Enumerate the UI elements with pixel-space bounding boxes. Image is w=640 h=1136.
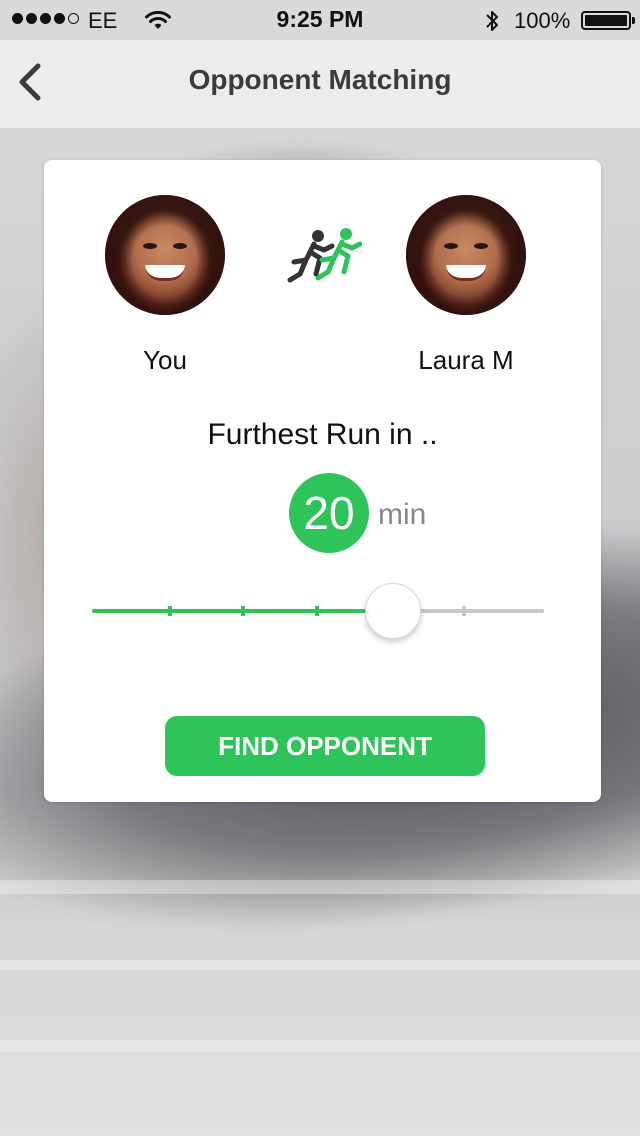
slider-tick (315, 606, 319, 616)
find-opponent-button[interactable]: FIND OPPONENT (165, 716, 485, 776)
slider-tick (462, 606, 467, 616)
battery-percentage: 100% (514, 8, 571, 33)
slider-tick (241, 606, 246, 616)
navigation-bar: Opponent Matching (0, 40, 640, 128)
matching-card: You Laura M Furthest Run in .. 20 min FI… (44, 160, 601, 802)
duration-unit-label: min (378, 498, 427, 531)
duration-value-badge: 20 (289, 473, 369, 553)
user-name-label: You (143, 345, 187, 375)
slider-thumb[interactable] (364, 583, 421, 639)
slider-tick (167, 606, 172, 616)
bluetooth-icon (484, 8, 500, 40)
status-bar: EE 9:25 PM 100% (0, 0, 640, 40)
user-avatar[interactable] (105, 195, 225, 315)
battery-icon (581, 11, 635, 30)
opponent-name-label: Laura M (418, 345, 514, 375)
opponent-avatar[interactable] (406, 195, 526, 315)
duration-slider[interactable] (92, 578, 544, 642)
runners-icon (287, 228, 362, 283)
challenge-prompt: Furthest Run in .. (207, 418, 438, 451)
page-title: Opponent Matching (188, 64, 452, 95)
